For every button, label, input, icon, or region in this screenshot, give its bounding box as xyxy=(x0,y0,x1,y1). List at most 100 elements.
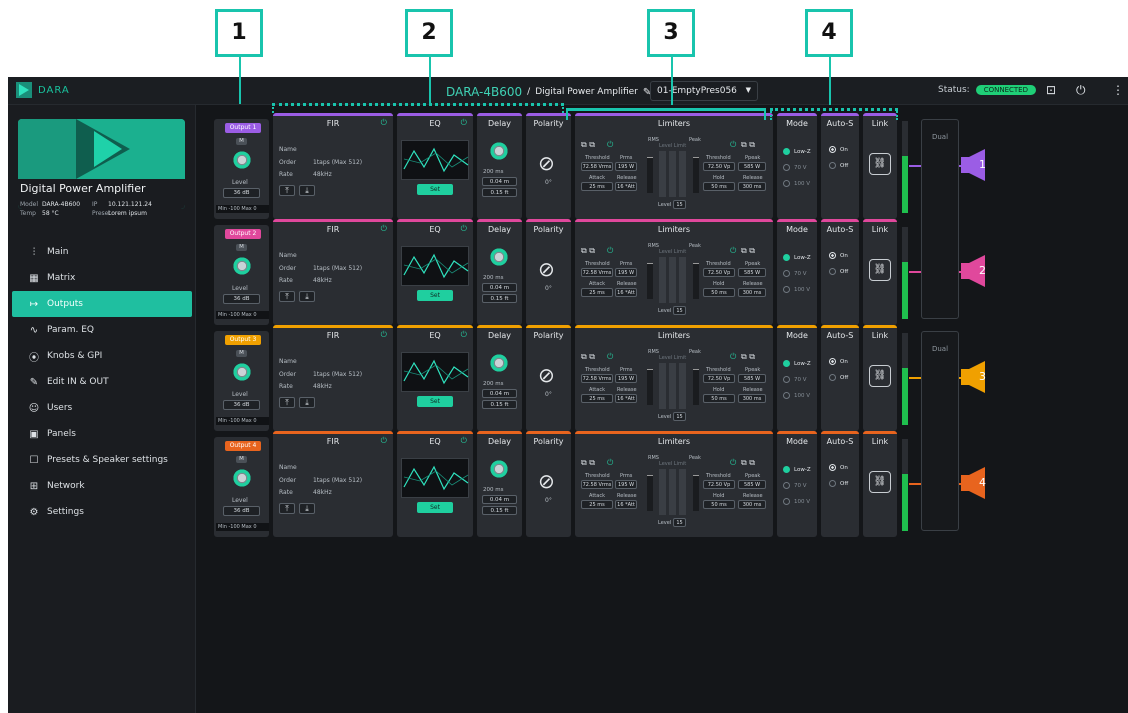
level-knob[interactable] xyxy=(232,150,252,170)
sidebar-item-output[interactable]: ↦ Outputs xyxy=(12,291,192,317)
mode-100v-radio[interactable]: 100 V xyxy=(783,180,810,187)
attack-value[interactable]: 25 ms xyxy=(581,394,613,403)
delay-feet[interactable]: 0.15 ft xyxy=(482,506,517,515)
rms-threshold-value[interactable]: 72.58 Vrms xyxy=(581,374,613,383)
sidebar-item-sliders[interactable]: ⫶ Main xyxy=(12,239,192,265)
link-chain-icon[interactable]: ⛓ xyxy=(869,471,891,493)
attack-value[interactable]: 25 ms xyxy=(581,182,613,191)
release-value[interactable]: 16 *Att xyxy=(615,394,637,403)
rms-copy-icon[interactable]: ⧉ ⧉ xyxy=(581,140,595,150)
level-value[interactable]: 36 dB xyxy=(223,400,260,410)
autos-off-radio[interactable]: Off xyxy=(829,162,848,169)
sidebar-item-knobs[interactable]: ⦿ Knobs & GPI xyxy=(12,343,192,369)
rms-power-icon[interactable]: ⏻ xyxy=(607,246,613,256)
mode-lowz-radio[interactable]: Low-Z xyxy=(783,466,811,473)
download-icon[interactable]: ⤓ xyxy=(299,291,315,302)
dual-block-1[interactable]: Dual xyxy=(921,119,959,319)
polarity-toggle-icon[interactable]: ⊘ xyxy=(538,151,555,175)
mode-lowz-radio[interactable]: Low-Z xyxy=(783,360,811,367)
download-icon[interactable]: ⤓ xyxy=(299,185,315,196)
hold-value[interactable]: 50 ms xyxy=(703,288,735,297)
lim-level-value[interactable]: 15 xyxy=(673,518,686,527)
delay-meters[interactable]: 0.04 m xyxy=(482,177,517,186)
prms-value[interactable]: 195 W xyxy=(615,162,637,171)
sidebar-item-network[interactable]: ⊞ Network xyxy=(12,473,192,499)
sidebar-item-user[interactable]: ☺ Users xyxy=(12,395,192,421)
eq-curve-preview[interactable] xyxy=(401,458,469,498)
download-icon[interactable]: ⤓ xyxy=(299,503,315,514)
level-knob[interactable] xyxy=(232,256,252,276)
rms-threshold-value[interactable]: 72.58 Vrms xyxy=(581,162,613,171)
rms-threshold-value[interactable]: 72.58 Vrms xyxy=(581,480,613,489)
power-toggle-icon[interactable]: ⏻ xyxy=(461,118,467,128)
power-toggle-icon[interactable]: ⏻ xyxy=(381,330,387,340)
delay-knob[interactable] xyxy=(489,459,509,479)
release-value[interactable]: 16 *Att xyxy=(615,182,637,191)
hold-value[interactable]: 50 ms xyxy=(703,500,735,509)
autos-off-radio[interactable]: Off xyxy=(829,480,848,487)
peak-threshold-value[interactable]: 72.50 Vp xyxy=(703,374,735,383)
prms-value[interactable]: 195 W xyxy=(615,268,637,277)
attack-value[interactable]: 25 ms xyxy=(581,500,613,509)
mode-70v-radio[interactable]: 70 V xyxy=(783,270,807,277)
peak-copy-icon[interactable]: ⧉ ⧉ xyxy=(741,458,755,468)
peak-release-value[interactable]: 300 ms xyxy=(738,394,766,403)
output-tag[interactable]: Output 1 xyxy=(225,123,261,133)
sidebar-item-gear[interactable]: ⚙ Settings xyxy=(12,499,192,525)
rms-copy-icon[interactable]: ⧉ ⧉ xyxy=(581,246,595,256)
ppeak-value[interactable]: 585 W xyxy=(738,480,766,489)
peak-power-icon[interactable]: ⏻ xyxy=(730,140,736,150)
mode-lowz-radio[interactable]: Low-Z xyxy=(783,148,811,155)
peak-release-value[interactable]: 300 ms xyxy=(738,182,766,191)
sidebar-item-panel[interactable]: ▣ Panels xyxy=(12,421,192,447)
delay-feet[interactable]: 0.15 ft xyxy=(482,294,517,303)
power-toggle-icon[interactable]: ⏻ xyxy=(461,330,467,340)
mode-70v-radio[interactable]: 70 V xyxy=(783,376,807,383)
peak-threshold-value[interactable]: 72.50 Vp xyxy=(703,162,735,171)
power-toggle-icon[interactable]: ⏻ xyxy=(461,436,467,446)
power-icon[interactable]: ⏻ xyxy=(1076,83,1086,98)
rms-power-icon[interactable]: ⏻ xyxy=(607,352,613,362)
eq-curve-preview[interactable] xyxy=(401,140,469,180)
sidebar-item-preset[interactable]: ☐ Presets & Speaker settings xyxy=(12,447,192,473)
unlock-icon[interactable]: ⊡ xyxy=(1046,83,1056,97)
peak-power-icon[interactable]: ⏻ xyxy=(730,352,736,362)
autos-on-radio[interactable]: On xyxy=(829,252,848,259)
eq-set-button[interactable]: Set xyxy=(417,184,453,195)
mode-100v-radio[interactable]: 100 V xyxy=(783,286,810,293)
release-value[interactable]: 16 *Att xyxy=(615,500,637,509)
mute-button[interactable]: M xyxy=(236,350,247,357)
polarity-toggle-icon[interactable]: ⊘ xyxy=(538,469,555,493)
prms-value[interactable]: 195 W xyxy=(615,480,637,489)
autos-on-radio[interactable]: On xyxy=(829,358,848,365)
delay-knob[interactable] xyxy=(489,247,509,267)
rms-copy-icon[interactable]: ⧉ ⧉ xyxy=(581,352,595,362)
output-tag[interactable]: Output 4 xyxy=(225,441,261,451)
delay-feet[interactable]: 0.15 ft xyxy=(482,188,517,197)
peak-release-value[interactable]: 300 ms xyxy=(738,288,766,297)
power-toggle-icon[interactable]: ⏻ xyxy=(381,224,387,234)
power-toggle-icon[interactable]: ⏻ xyxy=(461,224,467,234)
more-menu-icon[interactable]: ⋮ xyxy=(1112,83,1124,97)
power-toggle-icon[interactable]: ⏻ xyxy=(381,436,387,446)
eq-set-button[interactable]: Set xyxy=(417,290,453,301)
mute-button[interactable]: M xyxy=(236,138,247,145)
mode-100v-radio[interactable]: 100 V xyxy=(783,498,810,505)
sidebar-item-grid[interactable]: ▦ Matrix xyxy=(12,265,192,291)
delay-meters[interactable]: 0.04 m xyxy=(482,283,517,292)
mode-lowz-radio[interactable]: Low-Z xyxy=(783,254,811,261)
rms-power-icon[interactable]: ⏻ xyxy=(607,140,613,150)
sidebar-item-eq-curve[interactable]: ∿ Param. EQ xyxy=(12,317,192,343)
output-tag[interactable]: Output 3 xyxy=(225,335,261,345)
lim-level-value[interactable]: 15 xyxy=(673,412,686,421)
peak-threshold-value[interactable]: 72.50 Vp xyxy=(703,480,735,489)
preset-select[interactable]: 01-EmptyPres056 ▼ xyxy=(650,81,758,101)
eq-curve-preview[interactable] xyxy=(401,352,469,392)
ppeak-value[interactable]: 585 W xyxy=(738,374,766,383)
autos-on-radio[interactable]: On xyxy=(829,146,848,153)
delay-meters[interactable]: 0.04 m xyxy=(482,495,517,504)
ppeak-value[interactable]: 585 W xyxy=(738,268,766,277)
sidebar-item-pencil[interactable]: ✎ Edit IN & OUT xyxy=(12,369,192,395)
upload-icon[interactable]: ⤒ xyxy=(279,185,295,196)
peak-copy-icon[interactable]: ⧉ ⧉ xyxy=(741,352,755,362)
